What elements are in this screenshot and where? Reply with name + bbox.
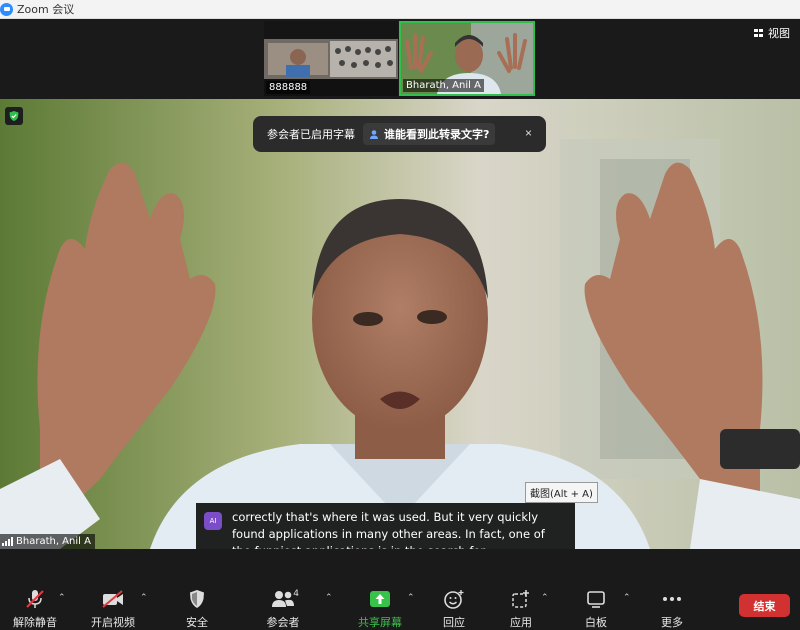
live-caption-box: AI correctly that's where it was used. B… xyxy=(196,503,575,549)
microphone-muted-icon xyxy=(23,589,47,609)
chevron-up-icon[interactable]: ⌃ xyxy=(140,593,148,603)
speaker-video-image xyxy=(0,99,800,549)
chevron-up-icon[interactable]: ⌃ xyxy=(541,593,549,603)
participants-count: 4 xyxy=(293,589,299,599)
caption-notice-banner: 参会者已启用字幕 谁能看到此转录文字? × xyxy=(253,116,546,152)
whiteboard-button[interactable]: 白板 xyxy=(561,589,631,630)
shield-icon xyxy=(185,589,209,609)
main-video: 参会者已启用字幕 谁能看到此转录文字? × 截图(Alt + A) AI cor… xyxy=(0,99,800,549)
more-dots-icon xyxy=(660,589,684,609)
speaker-name-tag: Bharath, Anil A xyxy=(0,534,95,549)
view-button[interactable]: 视图 xyxy=(754,25,790,41)
transcript-visibility-question: 谁能看到此转录文字? xyxy=(384,128,490,141)
more-button[interactable]: 更多 xyxy=(637,589,707,630)
chevron-up-icon[interactable]: ⌃ xyxy=(623,593,631,603)
camera-off-icon xyxy=(101,589,125,609)
chevron-up-icon[interactable]: ⌃ xyxy=(407,593,415,603)
apps-icon xyxy=(509,589,533,609)
participants-icon: 4 xyxy=(263,589,303,609)
speaker-name: Bharath, Anil A xyxy=(16,536,91,547)
thumbnail-name: 888888 xyxy=(266,81,311,94)
security-shield-icon[interactable] xyxy=(5,107,23,125)
start-video-button[interactable]: 开启视频 xyxy=(78,589,148,630)
participant-thumbnail[interactable]: 888888 xyxy=(264,21,398,96)
signal-bars-icon xyxy=(2,537,13,546)
emoji-icon xyxy=(442,589,466,609)
chevron-up-icon[interactable]: ⌃ xyxy=(58,593,66,603)
end-meeting-button[interactable]: 结束 xyxy=(739,594,790,617)
ai-caption-icon: AI xyxy=(204,512,222,530)
chevron-up-icon[interactable]: ⌃ xyxy=(325,593,333,603)
view-button-label: 视图 xyxy=(768,27,790,40)
share-screen-icon xyxy=(368,589,392,609)
security-button[interactable]: 安全 xyxy=(162,589,232,630)
window-titlebar: Zoom 会议 xyxy=(0,0,800,19)
screenshot-tooltip: 截图(Alt + A) xyxy=(525,482,598,503)
close-icon[interactable]: × xyxy=(525,126,532,140)
thumbnail-strip: 888888 Bharath, Anil A 视图 xyxy=(0,19,800,99)
meeting-toolbar: 解除静音 ⌃ 开启视频 ⌃ 安全 4 参会者 ⌃ 共享屏幕 ⌃ 回应 应用 ⌃ … xyxy=(0,549,800,630)
caption-text: correctly that's where it was used. But … xyxy=(232,510,545,549)
grid-view-icon xyxy=(754,28,764,38)
transcript-visibility-link[interactable]: 谁能看到此转录文字? xyxy=(363,123,496,145)
person-icon xyxy=(370,129,378,139)
caption-notice-text: 参会者已启用字幕 xyxy=(267,128,355,141)
participants-button[interactable]: 4 参会者 xyxy=(248,589,318,630)
zoom-logo-icon xyxy=(0,2,13,16)
share-screen-button[interactable]: 共享屏幕 xyxy=(345,589,415,630)
thumbnail-name: Bharath, Anil A xyxy=(403,79,484,92)
participant-thumbnail-active[interactable]: Bharath, Anil A xyxy=(399,21,535,96)
reactions-button[interactable]: 回应 xyxy=(419,589,489,630)
window-title: Zoom 会议 xyxy=(17,3,75,16)
whiteboard-icon xyxy=(584,589,608,609)
